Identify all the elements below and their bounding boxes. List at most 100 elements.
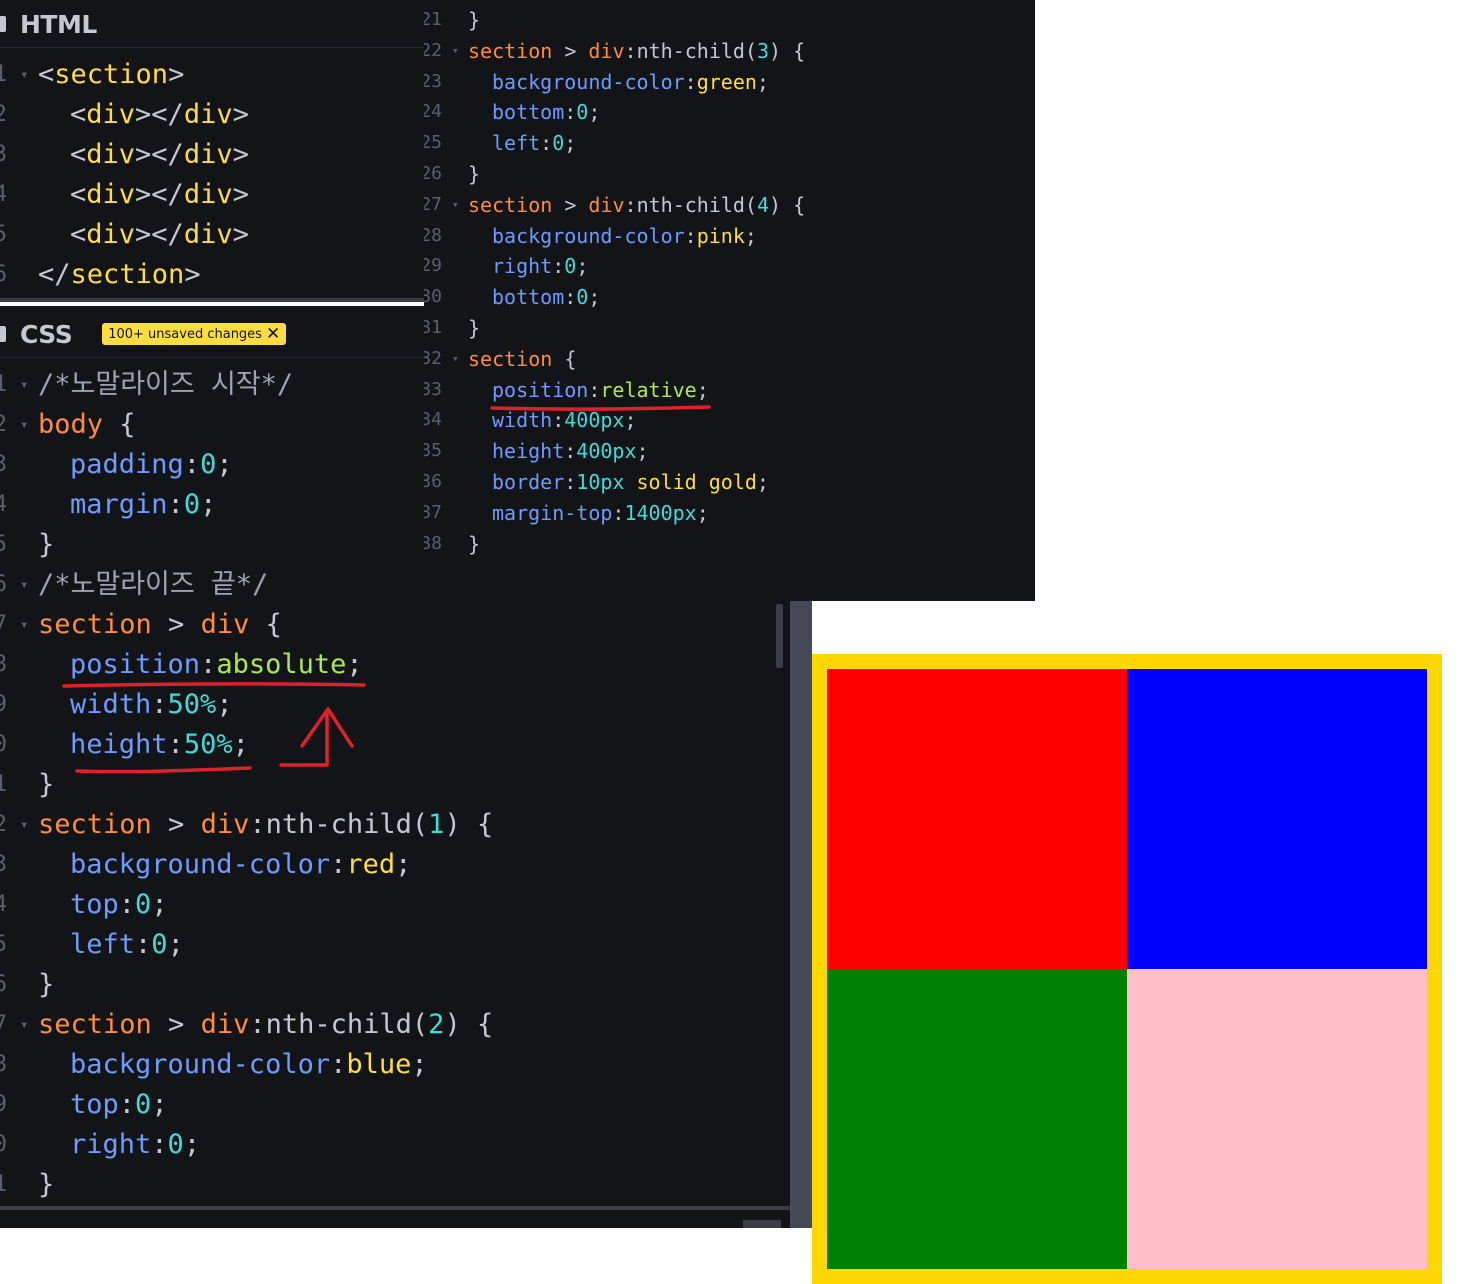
code-token: ) { [769,38,806,63]
code-token: : [612,500,625,525]
code-line[interactable]: 23 background-color:green; [424,67,1035,98]
code-line[interactable]: 7 ▾ section > div { [0,605,790,645]
line-number: 32 [424,347,442,369]
chevron-down-icon[interactable]: ▾ [20,805,28,845]
code-line[interactable]: 17▾section > div:nth-child(2) { [0,1005,790,1045]
code-line[interactable]: 28 background-color:pink; [424,221,1035,252]
code-text: border:10px solid gold; [468,467,769,498]
code-line[interactable]: 9 width:50%; [0,685,790,725]
code-line[interactable]: 14 top:0; [0,885,790,925]
close-icon[interactable]: ✕ [266,326,280,343]
code-line[interactable]: 1 ▾ <section> [0,55,424,95]
code-line[interactable]: 21} [0,1165,790,1205]
panel-resize-divider[interactable] [0,1206,790,1210]
html-code-area[interactable]: 1 ▾ <section> 2 <div></div> 3 <div></div> 4 <div… [0,55,424,295]
code-token: ; [564,131,577,156]
code-token: { [552,346,577,371]
code-line[interactable]: 38} [424,529,1035,560]
chevron-down-icon[interactable]: ▾ [20,365,28,405]
chevron-down-icon[interactable]: ▾ [20,55,28,95]
html-editor-panel[interactable]: HTML 1 ▾ <section> 2 <div></div> 3 <div></div>… [0,0,424,302]
code-token: background-color [492,223,685,248]
code-line[interactable]: 27 ▾ section > div:nth-child(4) { [424,190,1035,221]
code-line[interactable]: 31} [424,313,1035,344]
code-line[interactable]: 34 width:400px; [424,405,1035,436]
chevron-down-icon[interactable]: ▾ [20,405,28,445]
code-line[interactable]: 30 bottom:0; [424,282,1035,313]
code-line[interactable]: 5 <div></div> [0,215,424,255]
code-token: ; [411,1049,428,1080]
code-line[interactable]: 16} [0,965,790,1005]
code-line[interactable]: 26} [424,159,1035,190]
line-number: 21 [0,1172,7,1197]
collapse-handle-icon[interactable] [0,326,6,342]
code-line[interactable]: 33 position:relative; [424,375,1035,406]
css-scrollbar[interactable] [776,604,783,668]
line-number: 12 [0,812,7,837]
code-line[interactable]: 29 right:0; [424,251,1035,282]
code-token: div [86,139,136,170]
code-line[interactable]: 19 top:0; [0,1085,790,1125]
collapse-handle-icon[interactable] [0,16,6,32]
code-token: ></ [135,219,184,250]
html-panel-header[interactable]: HTML [0,5,97,43]
css-editor-continuation-panel[interactable]: 21} 22 ▾ section > div:nth-child(3) {23 back… [424,0,1035,601]
css-panel-header[interactable]: CSS 100+ unsaved changes ✕ [0,317,287,351]
unsaved-changes-badge[interactable]: 100+ unsaved changes ✕ [102,323,287,345]
result-section-box [812,654,1442,1284]
line-number: 25 [424,132,442,154]
code-token: 2 [428,1009,445,1040]
code-line[interactable]: 13 background-color:red; [0,845,790,885]
line-number: 21 [424,9,442,30]
code-token: ; [200,489,217,520]
code-token: : [564,469,577,494]
code-line[interactable]: 11} [0,765,790,805]
chevron-down-icon[interactable]: ▾ [452,36,459,67]
code-token: > [232,139,249,170]
code-token: > [232,99,249,130]
code-line[interactable]: 22 ▾ section > div:nth-child(3) { [424,36,1035,67]
code-text: position:absolute; [38,645,363,685]
line-number: 8 [0,652,7,677]
code-line[interactable]: 35 height:400px; [424,436,1035,467]
css-code-area-continued[interactable]: 21} 22 ▾ section > div:nth-child(3) {23 back… [424,5,1035,559]
line-number: 18 [0,1052,7,1077]
code-line[interactable]: 3 <div></div> [0,135,424,175]
chevron-down-icon[interactable]: ▾ [20,1005,28,1045]
chevron-down-icon[interactable]: ▾ [20,565,28,605]
chevron-down-icon[interactable]: ▾ [452,190,459,221]
code-token: div [183,219,233,250]
code-line[interactable]: 25 left:0; [424,128,1035,159]
code-text: background-color:green; [468,67,769,98]
editor-result-splitter[interactable] [790,601,812,1228]
code-line[interactable]: 6 </section> [0,255,424,295]
code-token: ; [696,500,709,525]
code-token: 0 [552,131,565,156]
code-line[interactable]: 12▾section > div:nth-child(1) { [0,805,790,845]
code-line[interactable]: 10 height:50%; [0,725,790,765]
code-line[interactable]: 24 bottom:0; [424,97,1035,128]
code-line[interactable]: 8 position:absolute; [0,645,790,685]
code-line[interactable]: 36 border:10px solid gold; [424,467,1035,498]
code-text: bottom:0; [468,97,600,128]
code-token: 10px [576,469,625,494]
code-line[interactable]: 37 margin-top:1400px; [424,498,1035,529]
chevron-down-icon[interactable]: ▾ [20,605,28,645]
code-line[interactable]: 21} [424,5,1035,36]
code-token: </ [38,259,71,290]
code-line[interactable]: 18 background-color:blue; [0,1045,790,1085]
chevron-down-icon[interactable]: ▾ [452,344,459,375]
line-number: 4 [0,492,7,517]
result-quadrant-blue [1127,669,1427,969]
code-token: div [200,1009,250,1040]
code-token: < [70,179,87,210]
line-number: 23 [424,70,442,92]
code-line[interactable]: 4 <div></div> [0,175,424,215]
code-line[interactable]: 32 ▾ section { [424,344,1035,375]
code-text: /*노말라이즈 시작*/ [38,365,293,405]
code-line[interactable]: 15 left:0; [0,925,790,965]
code-token: div [200,609,250,640]
code-line[interactable]: 2 <div></div> [0,95,424,135]
code-line[interactable]: 20 right:0; [0,1125,790,1165]
code-token: } [468,8,481,32]
